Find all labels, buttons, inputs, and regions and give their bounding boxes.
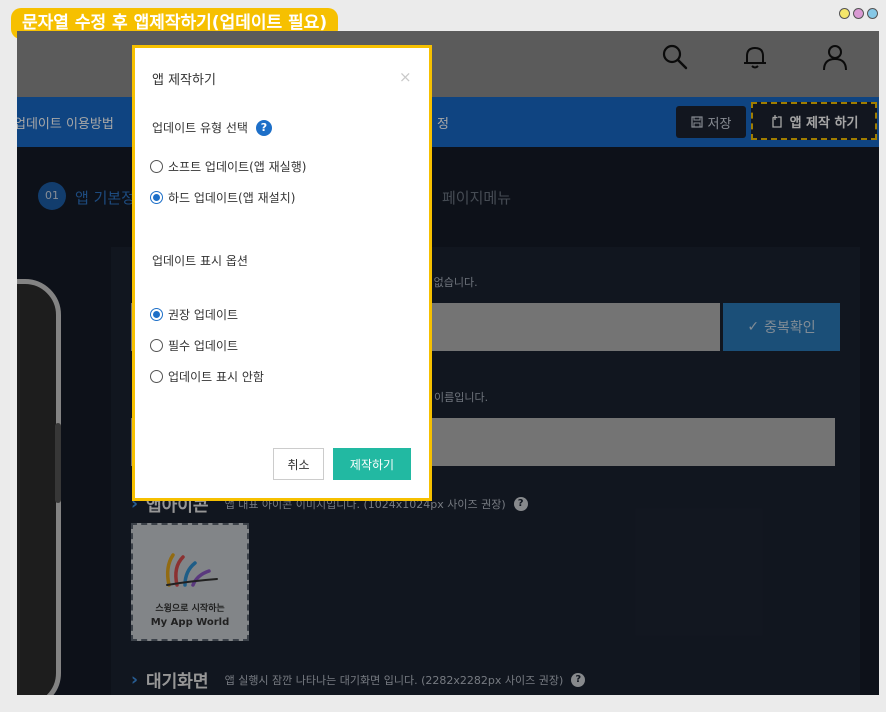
radio-required-update[interactable]: 필수 업데이트 <box>150 337 238 354</box>
update-type-heading: 업데이트 유형 선택 ? <box>152 119 272 136</box>
radio-button[interactable] <box>150 191 163 204</box>
radio-recommended-update[interactable]: 권장 업데이트 <box>150 306 238 323</box>
close-icon[interactable]: × <box>399 68 412 86</box>
display-option-title: 업데이트 표시 옵션 <box>152 254 248 268</box>
radio-button[interactable] <box>150 370 163 383</box>
radio-button[interactable] <box>150 160 163 173</box>
radio-hide-update[interactable]: 업데이트 표시 안함 <box>150 368 264 385</box>
cancel-button[interactable]: 취소 <box>273 448 324 480</box>
make-app-modal: 앱 제작하기 × 업데이트 유형 선택 ? 소프트 업데이트(앱 재실행) 하드… <box>132 45 432 501</box>
radio-button[interactable] <box>150 308 163 321</box>
radio-soft-update[interactable]: 소프트 업데이트(앱 재실행) <box>150 158 306 175</box>
modal-title: 앱 제작하기 <box>152 73 216 88</box>
confirm-make-button[interactable]: 제작하기 <box>333 448 411 480</box>
window-dots <box>839 8 878 19</box>
update-type-title: 업데이트 유형 선택 <box>152 121 248 135</box>
radio-label: 권장 업데이트 <box>168 308 239 322</box>
radio-label: 필수 업데이트 <box>168 339 239 353</box>
display-option-heading: 업데이트 표시 옵션 <box>152 252 248 269</box>
radio-hard-update[interactable]: 하드 업데이트(앱 재설치) <box>150 189 295 206</box>
radio-label: 하드 업데이트(앱 재설치) <box>168 191 296 205</box>
blue-dot-icon <box>867 8 878 19</box>
radio-button[interactable] <box>150 339 163 352</box>
radio-label: 소프트 업데이트(앱 재실행) <box>168 160 307 174</box>
radio-label: 업데이트 표시 안함 <box>168 370 264 384</box>
help-icon[interactable]: ? <box>255 119 272 136</box>
yellow-dot-icon <box>839 8 850 19</box>
pink-dot-icon <box>853 8 864 19</box>
